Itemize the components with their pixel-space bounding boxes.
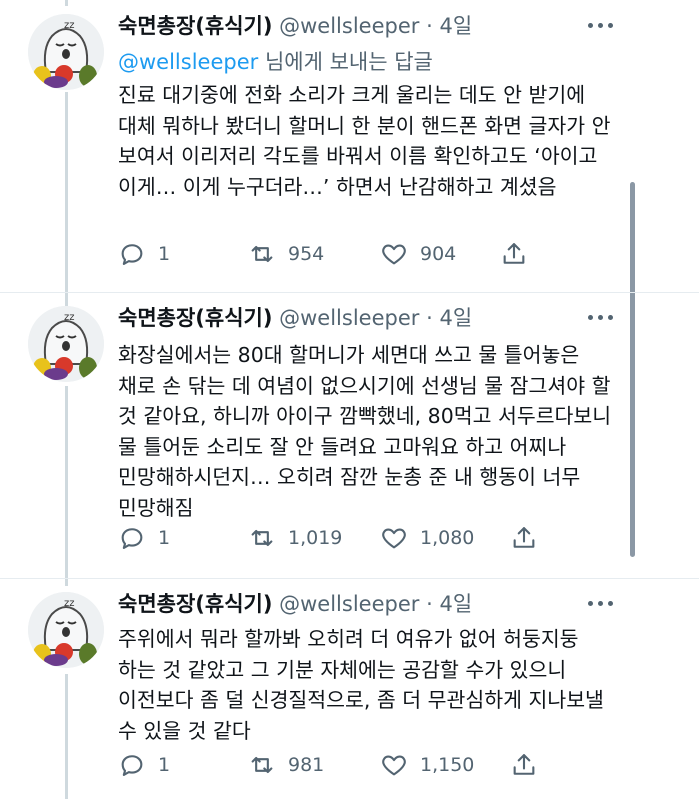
reply-icon: [121, 755, 143, 776]
share-button[interactable]: [500, 236, 528, 272]
share-icon: [513, 527, 535, 548]
timestamp[interactable]: 4일: [439, 306, 472, 330]
thread-line: [65, 0, 68, 6]
more-icon[interactable]: [586, 590, 616, 616]
reply-button[interactable]: 1: [118, 747, 170, 783]
retweet-button[interactable]: 954: [248, 236, 324, 272]
tweet-header: 숙면총장(휴식기) @wellsleeper · 4일: [118, 302, 472, 334]
like-count: 1,080: [420, 527, 475, 549]
tweet-header: 숙면총장(휴식기) @wellsleeper · 4일: [118, 10, 472, 42]
ghost-avatar-icon: zz: [28, 306, 104, 382]
tweet-header: 숙면총장(휴식기) @wellsleeper · 4일: [118, 588, 472, 620]
like-button[interactable]: 1,080: [380, 520, 474, 556]
timestamp[interactable]: 4일: [439, 592, 472, 616]
reply-icon: [121, 244, 143, 265]
like-button[interactable]: 904: [380, 236, 456, 272]
svg-text:zz: zz: [64, 20, 75, 31]
svg-text:zz: zz: [64, 312, 75, 323]
divider: [0, 578, 699, 579]
heart-icon: [382, 244, 406, 265]
share-icon: [513, 754, 535, 775]
ghost-avatar-icon: zz: [28, 592, 104, 668]
more-icon[interactable]: [586, 304, 616, 330]
avatar[interactable]: zz: [28, 306, 104, 382]
retweet-count: 1,019: [288, 527, 343, 549]
separator-dot: ·: [426, 306, 433, 330]
tweet-text: 주위에서 뭐라 할까봐 오히려 더 여유가 없어 허둥지둥 하는 것 같았고 그…: [118, 627, 604, 743]
divider: [0, 292, 699, 293]
reply-count: 1: [158, 527, 171, 549]
user-handle[interactable]: @wellsleeper: [279, 306, 419, 330]
svg-text:zz: zz: [64, 598, 75, 609]
separator-dot: ·: [426, 592, 433, 616]
tweet-actions: 1 1,019 1,080: [118, 520, 618, 556]
like-count: 1,150: [420, 754, 475, 776]
avatar[interactable]: zz: [28, 592, 104, 668]
retweet-button[interactable]: 1,019: [248, 520, 342, 556]
reply-count: 1: [158, 754, 171, 776]
user-handle[interactable]: @wellsleeper: [279, 592, 419, 616]
reply-button[interactable]: 1: [118, 236, 170, 272]
display-name[interactable]: 숙면총장(휴식기): [118, 592, 272, 616]
separator-dot: ·: [426, 14, 433, 38]
share-button[interactable]: [510, 520, 538, 556]
share-button[interactable]: [510, 747, 538, 783]
reply-count: 1: [158, 243, 171, 265]
retweet-button[interactable]: 981: [248, 747, 324, 783]
tweet-text: 화장실에서는 80대 할머니가 세면대 쓰고 물 틀어놓은 채로 손 닦는 데 …: [118, 343, 612, 520]
more-icon[interactable]: [586, 12, 616, 38]
like-count: 904: [420, 243, 457, 265]
user-handle[interactable]: @wellsleeper: [279, 14, 419, 38]
reply-to-line: @wellsleeper 님에게 보내는 답글: [118, 47, 433, 77]
ghost-avatar-icon: zz: [28, 14, 104, 90]
tweet-text: 진료 대기중에 전화 소리가 크게 울리는 데도 안 받기에 대체 뭐하나 봤더…: [118, 83, 611, 199]
retweet-icon: [251, 529, 273, 547]
like-button[interactable]: 1,150: [380, 747, 474, 783]
share-icon: [503, 243, 525, 264]
display-name[interactable]: 숙면총장(휴식기): [118, 306, 272, 330]
retweet-count: 981: [288, 754, 325, 776]
tweet[interactable]: zz 숙면총장(휴식기) @wellsleeper · 4일 @wellslee…: [0, 10, 699, 288]
display-name[interactable]: 숙면총장(휴식기): [118, 14, 272, 38]
avatar[interactable]: zz: [28, 14, 104, 90]
timestamp[interactable]: 4일: [439, 14, 472, 38]
tweet-actions: 1 954 904: [118, 236, 618, 272]
reply-icon: [121, 528, 143, 549]
retweet-icon: [251, 245, 273, 263]
reply-to-mention[interactable]: @wellsleeper: [118, 50, 258, 74]
tweet-actions: 1 981 1,150: [118, 747, 618, 783]
tweet[interactable]: zz 숙면총장(휴식기) @wellsleeper · 4일 주위에서 뭐라 할…: [0, 588, 699, 799]
heart-icon: [382, 755, 406, 776]
retweet-count: 954: [288, 243, 325, 265]
reply-button[interactable]: 1: [118, 520, 170, 556]
reply-to-suffix: 님에게 보내는 답글: [258, 50, 433, 74]
heart-icon: [382, 528, 406, 549]
retweet-icon: [251, 756, 273, 774]
tweet[interactable]: zz 숙면총장(휴식기) @wellsleeper · 4일 화장실에서는 80…: [0, 302, 699, 570]
